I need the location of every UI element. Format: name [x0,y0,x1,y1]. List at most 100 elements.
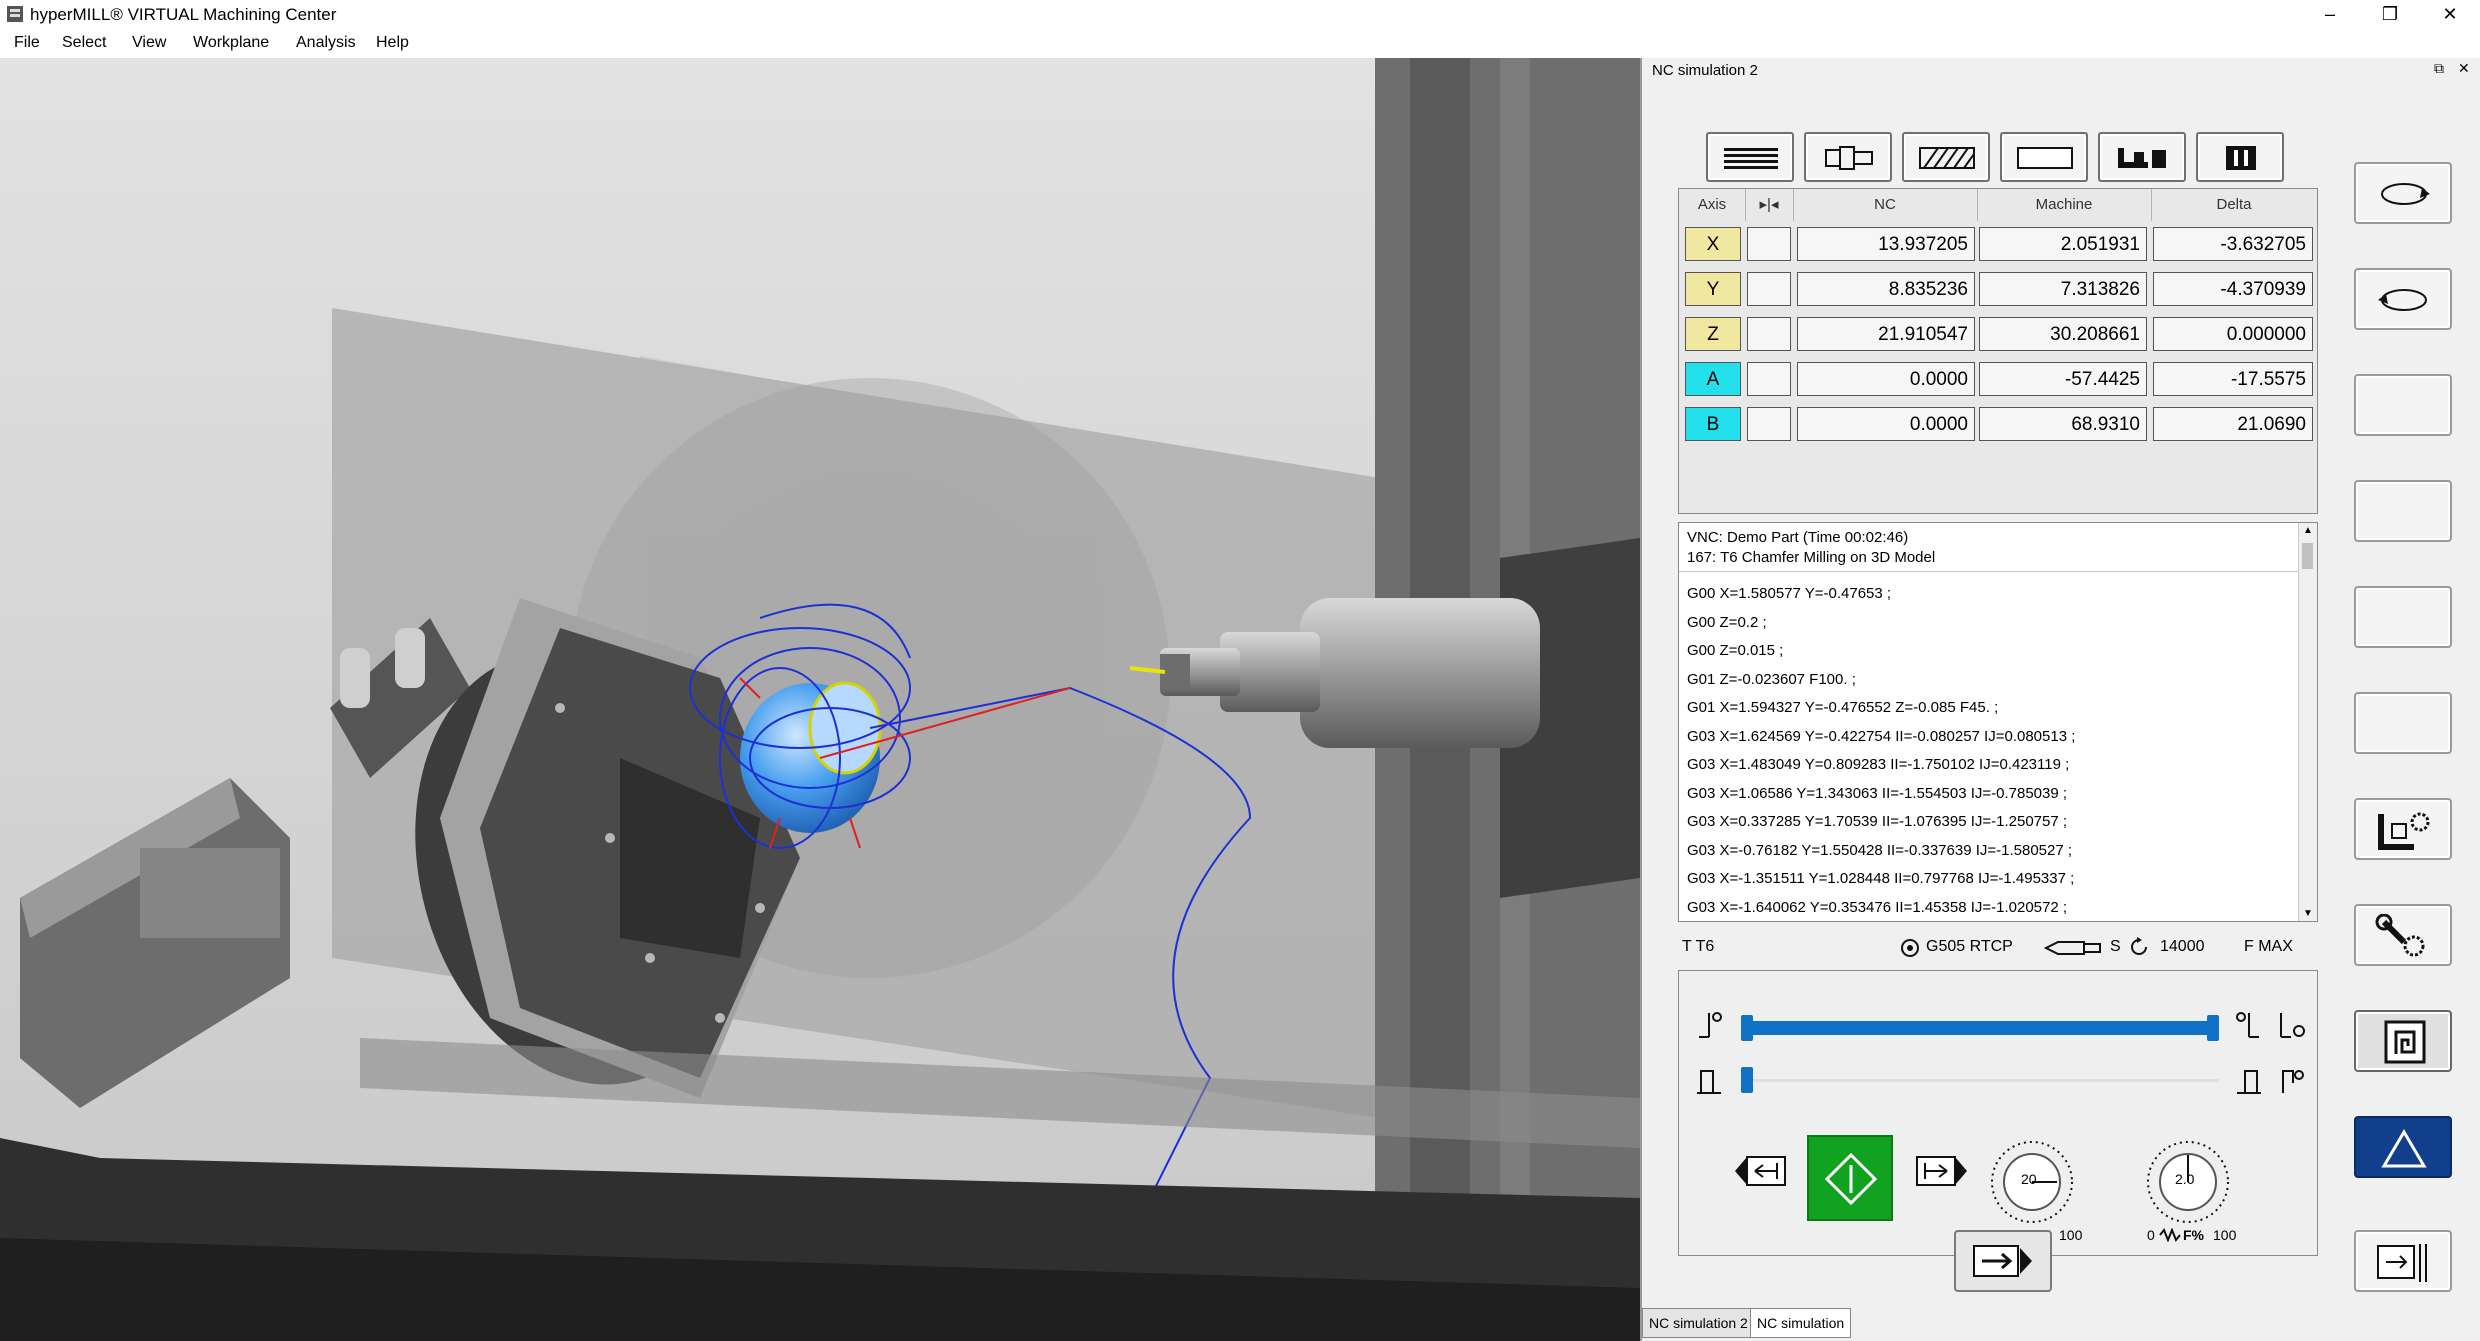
nc-simulation-panel: NC simulation 2 ⧉ ✕ Axis ▸|◂ NC Machine … [1640,58,2480,1341]
nc-line[interactable]: G03 X=-1.351511 Y=1.028448 II=0.797768 I… [1687,870,2074,887]
tool-status: T T6 [1682,938,1715,955]
nc-line[interactable]: G00 X=1.580577 Y=-0.47653 ; [1687,585,1891,602]
axis-b-label: B [1685,407,1741,441]
menu-workplane[interactable]: Workplane [193,34,269,52]
rotate-ccw-icon [2378,289,2427,311]
restore-button[interactable]: ❐ [2360,0,2420,30]
speed-dial-value: 20 [2021,1171,2037,1187]
nc-line[interactable]: G03 X=-0.76182 Y=1.550428 II=-0.337639 I… [1687,842,2072,859]
jump-end-icon[interactable] [2235,1009,2265,1043]
axis-z-lock[interactable] [1747,317,1791,351]
nc-scrollbar[interactable]: ▲ ▼ [2298,523,2317,921]
progress-slider-fill [1741,1021,2219,1035]
simulation-controls: 20 0 %% 100 2.0 0 F% 100 [1678,970,2318,1256]
axis-a-lock[interactable] [1747,362,1791,396]
tool-holder-button[interactable] [1804,132,1892,182]
axis-x-delta-value: -3.632705 [2153,227,2313,261]
scroll-up-icon[interactable]: ▲ [2303,525,2313,536]
step-slider-track[interactable] [1741,1079,2219,1082]
list-view-button[interactable] [1706,132,1794,182]
step-slider-thumb[interactable] [1741,1067,1753,1093]
tab-nc-simulation[interactable]: NC simulation [1750,1308,1852,1338]
menu-analysis[interactable]: Analysis [296,34,356,52]
axis-x-nc-value: 13.937205 [1797,227,1975,261]
feed-dial-unit: F% [2183,1227,2204,1243]
nc-header-time: VNC: Demo Part (Time 00:02:46) [1687,529,1909,546]
header-lock[interactable]: ▸|◂ [1745,189,1794,221]
nc-line[interactable]: G03 X=1.06586 Y=1.343063 II=-1.554503 IJ… [1687,785,2067,802]
target-icon [1901,939,1919,957]
feed-wave-icon [2159,1228,2181,1242]
menu-select[interactable]: Select [62,34,106,52]
panel-close-icon[interactable]: ✕ [2458,60,2470,77]
close-button[interactable]: ✕ [2420,0,2480,30]
spindle-label: S [2110,938,2121,955]
axis-z-nc-value: 21.910547 [1797,317,1975,351]
axis-x-lock[interactable] [1747,227,1791,261]
toolpath-end-icon[interactable] [2275,1009,2307,1043]
nc-line[interactable]: G01 X=1.594327 Y=-0.476552 Z=-0.085 F45.… [1687,699,1998,716]
step-back-icon[interactable] [1733,1147,1797,1195]
menu-file[interactable]: File [14,34,40,52]
axis-b-lock[interactable] [1747,407,1791,441]
nc-line[interactable]: G00 Z=0.015 ; [1687,642,1783,659]
nc-line[interactable]: G03 X=1.624569 Y=-0.422754 II=-0.080257 … [1687,728,2075,745]
speed-dial-max: 100 [2059,1227,2083,1243]
pin-icon[interactable]: ⧉ [2434,60,2444,77]
stock-hatch-button[interactable] [1902,132,1990,182]
wrench-gear-icon [2375,914,2425,957]
jump-start-icon[interactable] [1695,1009,1725,1043]
minimize-button[interactable]: – [2300,0,2360,30]
step-forward-icon[interactable] [1905,1147,1969,1195]
feed-status: F MAX [2244,938,2293,955]
nc-line[interactable]: G01 Z=-0.023607 F100. ; [1687,671,1856,688]
axis-y-nc-value: 8.835236 [1797,272,1975,306]
step-mode-icon[interactable] [2275,1065,2307,1099]
nc-code-listing[interactable]: VNC: Demo Part (Time 00:02:46) 167: T6 C… [1678,522,2318,922]
axis-a-delta-value: -17.5575 [2153,362,2313,396]
step-end-icon[interactable] [2235,1065,2265,1099]
nc-line[interactable]: G03 X=-1.640062 Y=0.353476 II=1.45358 IJ… [1687,899,2067,916]
machine-scene [0,58,1640,1341]
header-delta: Delta [2216,196,2252,213]
tool-holder-icon [1825,146,1873,170]
axis-y-machine-value: 7.313826 [1979,272,2147,306]
rotation-icon [2131,937,2147,955]
tool-settings-button[interactable] [2354,904,2452,966]
blank-view-button[interactable] [2000,132,2088,182]
controller-icon [2226,146,2256,170]
axis-z-delta-value: 0.000000 [2153,317,2313,351]
empty-button-4[interactable] [2354,692,2452,754]
scroll-down-icon[interactable]: ▼ [2303,908,2313,919]
rotate-view-button-1[interactable] [2354,162,2452,224]
rtcp-status: G505 RTCP [1926,938,2013,955]
exit-simulation-button[interactable] [1954,1230,2052,1292]
rotate-view-button-2[interactable] [2354,268,2452,330]
menu-view[interactable]: View [132,34,166,52]
empty-button-1[interactable] [2354,374,2452,436]
empty-button-3[interactable] [2354,586,2452,648]
axis-b-nc-value: 0.0000 [1797,407,1975,441]
progress-slider-end-thumb[interactable] [2207,1015,2219,1041]
step-start-icon[interactable] [1695,1065,1725,1099]
menu-bar: File Select View Workplane Analysis Help [0,30,2480,58]
warning-button[interactable] [2354,1116,2452,1178]
exit-panel-button[interactable] [2354,1230,2452,1292]
axis-y-lock[interactable] [1747,272,1791,306]
nc-line[interactable]: G03 X=0.337285 Y=1.70539 II=-1.076395 IJ… [1687,813,2067,830]
machine-button[interactable] [2098,132,2186,182]
stock-hatch-icon [1919,147,1975,169]
start-button[interactable] [1807,1135,1893,1221]
nc-header-operation: 167: T6 Chamfer Milling on 3D Model [1687,549,1936,566]
machine-settings-button[interactable] [2354,798,2452,860]
3d-viewport[interactable] [0,58,1640,1341]
empty-button-2[interactable] [2354,480,2452,542]
nc-line[interactable]: G03 X=1.483049 Y=0.809283 II=-1.750102 I… [1687,756,2069,773]
progress-slider-start-thumb[interactable] [1741,1015,1753,1041]
tab-nc-simulation-2[interactable]: NC simulation 2 [1642,1308,1755,1338]
spiral-mode-button[interactable] [2354,1010,2452,1072]
nc-line[interactable]: G00 Z=0.2 ; [1687,614,1767,631]
nc-scroll-thumb[interactable] [2302,543,2313,569]
menu-help[interactable]: Help [376,34,409,52]
controller-button[interactable] [2196,132,2284,182]
